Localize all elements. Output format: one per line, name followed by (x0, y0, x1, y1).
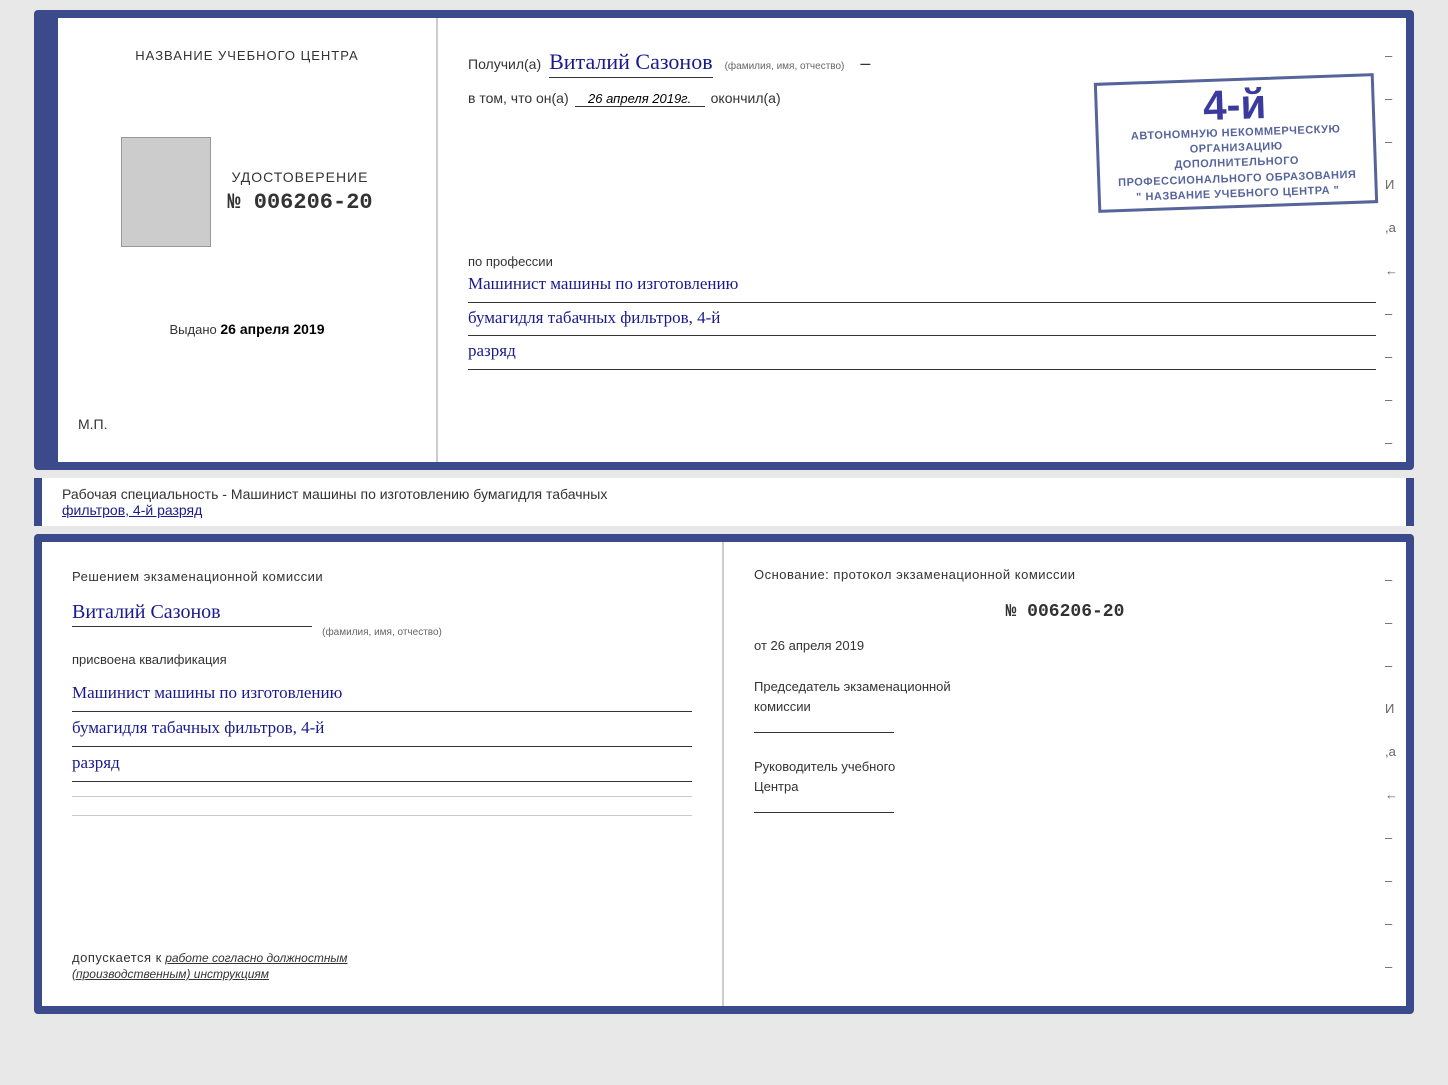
center-title-top: НАЗВАНИЕ УЧЕБНОГО ЦЕНТРА (135, 48, 358, 63)
prisvoena-text: присвоена квалификация (72, 652, 692, 667)
recipient-name: Виталий Сазонов (549, 49, 712, 78)
profession-line1: Машинист машины по изготовлению (468, 269, 1376, 303)
po-professii-block: по профессии Машинист машины по изготовл… (468, 249, 1376, 370)
doc-bottom-left: Решением экзаменационной комиссии Витали… (42, 542, 724, 1006)
name-hint: (фамилия, имя, отчество) (725, 61, 845, 72)
doc-bottom-right: Основание: протокол экзаменационной коми… (724, 542, 1406, 1006)
udostoverenie-label: УДОСТОВЕРЕНИЕ (227, 169, 372, 185)
rukovoditel-block: Руководитель учебного Центра (754, 757, 1376, 813)
bottom-name-hint: (фамилия, имя, отчество) (72, 627, 692, 638)
label-strip-line2: фильтров, 4-й разряд (62, 502, 1386, 518)
profession-line2: бумагидля табачных фильтров, 4-й (468, 303, 1376, 337)
right-deco-bottom: – – – И ,а ← – – – – (1385, 572, 1398, 974)
right-deco-top: – – – И ,а ← – – – – (1385, 48, 1398, 450)
divider1 (72, 796, 692, 797)
photo-placeholder (121, 137, 211, 247)
protokol-number: № 006206-20 (754, 602, 1376, 622)
rukovoditel-title1: Руководитель учебного (754, 757, 1376, 777)
spine-left (42, 18, 58, 462)
rukovoditel-title2: Центра (754, 777, 1376, 797)
predsedatel-sig-line (754, 732, 894, 733)
qual-line1: Машинист машины по изготовлению (72, 677, 692, 712)
doc-left-panel: НАЗВАНИЕ УЧЕБНОГО ЦЕНТРА УДОСТОВЕРЕНИЕ №… (58, 18, 438, 462)
predsedatel-block: Председатель экзаменационной комиссии (754, 677, 1376, 733)
udostoverenie-block: УДОСТОВЕРЕНИЕ № 006206-20 (227, 169, 372, 215)
dopuskaetsya-block: допускается к работе согласно должностны… (72, 948, 692, 982)
vydano-block: Выдано 26 апреля 2019 (169, 321, 324, 337)
poluchil-line: Получил(а) Виталий Сазонов (фамилия, имя… (468, 43, 1376, 78)
predsedatel-title2: комиссии (754, 697, 1376, 717)
bottom-left-title: Решением экзаменационной комиссии (72, 567, 692, 587)
label-strip-line1: Рабочая специальность - Машинист машины … (62, 486, 1386, 502)
poluchil-label: Получил(а) (468, 56, 541, 72)
label-strip: Рабочая специальность - Машинист машины … (34, 478, 1414, 526)
mp-label: М.П. (78, 416, 108, 432)
bottom-recipient-name: Виталий Сазонов (72, 601, 312, 627)
vtom-text: в том, что он(a) (468, 90, 569, 106)
qual-block: Машинист машины по изготовлению бумагидл… (72, 677, 692, 783)
divider2 (72, 815, 692, 816)
vydano-label: Выдано (169, 322, 216, 337)
document-bottom: Решением экзаменационной комиссии Витали… (34, 534, 1414, 1014)
osnovanie-text: Основание: протокол экзаменационной коми… (754, 567, 1376, 582)
vtom-date: 26 апреля 2019г. (575, 91, 705, 107)
document-top: НАЗВАНИЕ УЧЕБНОГО ЦЕНТРА УДОСТОВЕРЕНИЕ №… (34, 10, 1414, 470)
profession-line3: разряд (468, 336, 1376, 370)
bottom-name-block: Виталий Сазонов (фамилия, имя, отчество) (72, 601, 692, 638)
dopuskaetsya-text2: (производственным) инструкциям (72, 967, 269, 981)
udostoverenie-number: № 006206-20 (227, 190, 372, 215)
dopuskaetsya-text1: работе согласно должностным (165, 951, 347, 965)
stamp-number: 4-й (1202, 82, 1267, 126)
okonchil-text: окончил(a) (711, 90, 781, 106)
predsedatel-title1: Председатель экзаменационной (754, 677, 1376, 697)
ot-date: от 26 апреля 2019 (754, 638, 1376, 653)
po-professii-label: по профессии (468, 254, 1376, 269)
stamp: 4-й АВТОНОМНУЮ НЕКОММЕРЧЕСКУЮ ОРГАНИЗАЦИ… (1094, 73, 1378, 213)
rukovoditel-sig-line (754, 812, 894, 813)
qual-line3: разряд (72, 747, 692, 782)
qual-line2: бумагидля табачных фильтров, 4-й (72, 712, 692, 747)
vydano-date: 26 апреля 2019 (220, 321, 324, 337)
doc-right-panel: Получил(а) Виталий Сазонов (фамилия, имя… (438, 18, 1406, 462)
